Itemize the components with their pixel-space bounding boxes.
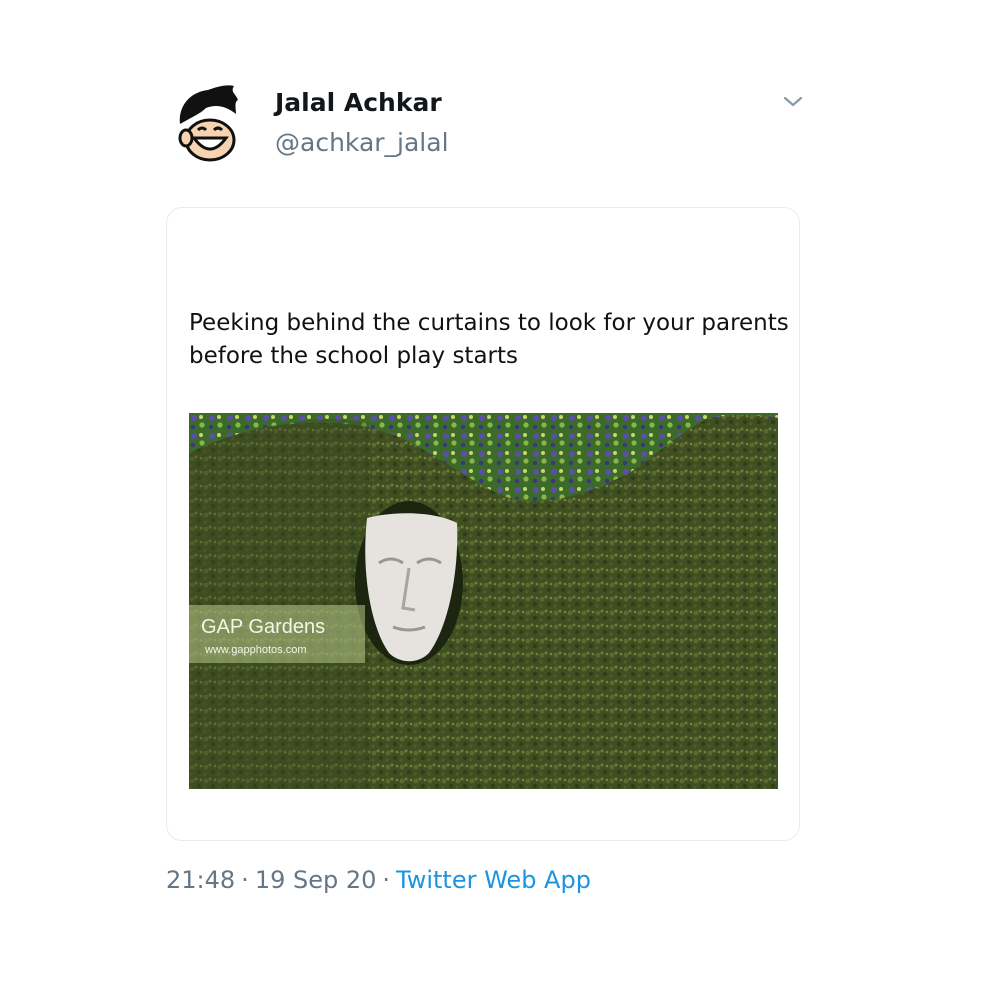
meme-caption: Peeking behind the curtains to look for … (189, 307, 789, 373)
separator: · (241, 866, 249, 894)
tweet-source-link[interactable]: Twitter Web App (396, 866, 591, 894)
watermark-title: GAP Gardens (201, 616, 325, 638)
caption-line-1: Peeking behind the curtains to look for … (189, 310, 789, 336)
cartoon-face-avatar-icon (178, 85, 238, 162)
watermark-url: www.gapphotos.com (204, 644, 307, 656)
separator: · (382, 866, 391, 894)
author-name[interactable]: Jalal Achkar (275, 88, 442, 117)
author-handle[interactable]: @achkar_jalal (275, 128, 449, 157)
tweet-time[interactable]: 21:48 (166, 866, 235, 894)
avatar[interactable] (176, 84, 240, 162)
caption-line-2: before the school play starts (189, 343, 518, 369)
tweet-menu-button[interactable] (782, 94, 804, 110)
hedge-photo[interactable]: GAP Gardens www.gapphotos.com (189, 413, 778, 789)
tweet-metadata: 21:48 · 19 Sep 20 · Twitter Web App (166, 866, 591, 894)
chevron-down-icon (783, 96, 803, 107)
hedge-face-image: GAP Gardens www.gapphotos.com (189, 413, 778, 789)
tweet-date[interactable]: 19 Sep 20 (255, 866, 377, 894)
